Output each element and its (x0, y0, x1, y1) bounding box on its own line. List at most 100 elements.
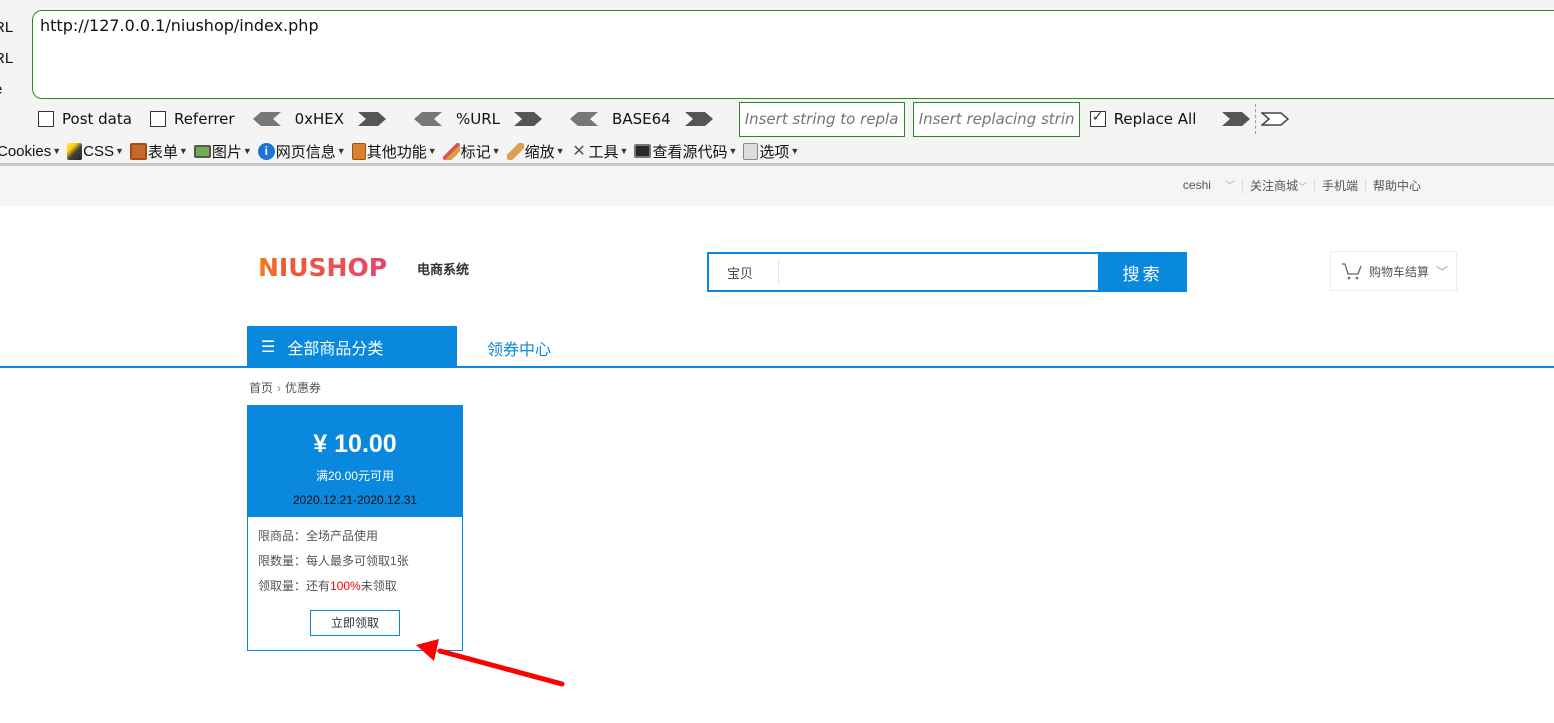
referrer-label: Referrer (173, 110, 235, 128)
referrer-option[interactable]: Referrer (149, 110, 235, 128)
caret-down-icon: ▼ (242, 146, 252, 156)
tools-icon: ✕ (572, 142, 586, 160)
replace-all-label: Replace All (1113, 110, 1197, 128)
encoder-hex-label: 0xHEX (294, 110, 345, 128)
username: ceshi (1182, 178, 1211, 192)
toolbar-item-label: 标记 (460, 143, 491, 161)
follow-store-link[interactable]: 关注商城﹀ (1241, 178, 1314, 194)
coupon-amount: ¥ 10.00 (313, 430, 397, 458)
encoder-url-label: %URL (456, 110, 501, 128)
side-label-load-url[interactable]: RL (0, 12, 13, 43)
options-icon (743, 142, 759, 160)
cart-icon (1342, 263, 1362, 280)
received-prefix: 还有 (306, 579, 331, 593)
hackbar-panel: RL RL e http://127.0.0.1/niushop/index.p… (0, 0, 1554, 166)
toolbar-item-forms[interactable]: 表单 ▼ (129, 141, 188, 162)
replace-string-input[interactable] (738, 101, 905, 137)
encoder-base64: BASE64 (570, 110, 713, 128)
follow-store-label: 关注商城 (1249, 178, 1298, 193)
side-label-execute[interactable]: e (0, 74, 13, 105)
site-logo[interactable]: NIUSHOP 电商系统 (258, 254, 469, 280)
encode-right-arrow-icon[interactable] (358, 112, 387, 126)
annotation-arrow-shaft (437, 648, 565, 687)
nav-link-coupon-center[interactable]: 领券中心 (487, 336, 551, 360)
image-icon (193, 144, 211, 158)
caret-down-icon: ▼ (427, 146, 437, 156)
replacing-string-input[interactable] (912, 101, 1080, 137)
toolbar-item-tools[interactable]: ✕ 工具 ▼ (571, 141, 628, 162)
received-percent: 100% (330, 579, 361, 593)
decode-left-arrow-icon[interactable] (570, 112, 599, 126)
all-categories-label: 全部商品分类 (287, 340, 384, 358)
niushop-logo-icon: NIUSHOP (258, 254, 387, 280)
all-categories-button[interactable]: ☰ 全部商品分类 (247, 326, 457, 367)
topbar-links: ceshi ﹀ 关注商城﹀ 手机端 帮助中心 (1176, 178, 1428, 194)
logo-subtitle: 电商系统 (417, 262, 470, 277)
search-category-select[interactable]: 宝贝 (709, 260, 779, 284)
mobile-link[interactable]: 手机端 (1313, 179, 1365, 193)
toolbar-item-resize[interactable]: 缩放 ▼ (506, 141, 565, 162)
toolbar-item-label: 缩放 (524, 143, 555, 161)
referrer-checkbox[interactable] (149, 111, 166, 127)
caret-down-icon: ▼ (52, 146, 62, 156)
claim-coupon-button[interactable]: 立即领取 (310, 610, 400, 636)
encoder-base64-label: BASE64 (612, 110, 671, 128)
post-data-checkbox[interactable] (38, 111, 54, 127)
toolbar-item-options[interactable]: 选项 ▼ (743, 141, 799, 162)
hackbar-side-labels: RL RL e (0, 12, 13, 105)
received-label: 领取量： (258, 579, 307, 593)
toolbar-item-label: Cookies (0, 142, 52, 160)
limit-qty-label: 限数量： (258, 554, 307, 568)
replace-all-option[interactable]: Replace All (1089, 109, 1197, 128)
encode-right-arrow-icon[interactable] (514, 112, 543, 126)
help-center-link[interactable]: 帮助中心 (1364, 179, 1428, 193)
site-topbar: ceshi ﹀ 关注商城﹀ 手机端 帮助中心 (0, 166, 1554, 206)
user-menu[interactable]: ceshi ﹀ (1176, 178, 1242, 194)
replace-all-checkbox[interactable] (1089, 109, 1106, 127)
encode-right-arrow-icon[interactable] (684, 112, 713, 126)
url-textarea[interactable]: http://127.0.0.1/niushop/index.php (32, 10, 1554, 99)
caret-down-icon: ▼ (336, 146, 346, 156)
toolbar-item-outline[interactable]: 标记 ▼ (442, 141, 501, 162)
coupon-received: 领取量：还有100%未领取 (258, 574, 452, 599)
post-data-option[interactable]: Post data (38, 110, 132, 128)
toolbar-item-label: 图片 (211, 143, 242, 161)
breadcrumb-home[interactable]: 首页 (249, 379, 273, 396)
nav-underline (0, 366, 1554, 368)
replace-execute-arrow-icon[interactable] (1261, 112, 1290, 126)
top-strip (0, 0, 1554, 8)
terminal-icon (634, 144, 652, 158)
cart-label: 购物车结算 (1369, 264, 1430, 279)
coupon-limit-quantity: 限数量：每人最多可领取1张 (258, 549, 452, 574)
cart-button[interactable]: 购物车结算 ﹀ (1330, 251, 1457, 291)
toolbar-item-view-source[interactable]: 查看源代码 ▼ (634, 141, 737, 162)
side-label-split-url[interactable]: RL (0, 43, 13, 74)
replace-right-arrow-icon[interactable] (1222, 112, 1251, 126)
toolbar-item-label: CSS (83, 142, 114, 160)
encoder-url: %URL (414, 110, 543, 128)
toolbar-item-css[interactable]: CSS ▼ (67, 142, 124, 160)
coupon-header: ¥ 10.00 满20.00元可用 2020.12.21-2020.12.31 (248, 406, 462, 517)
encoder-hex: 0xHEX (252, 110, 387, 128)
magic-wand-icon (67, 142, 83, 160)
caret-down-icon: ▼ (728, 146, 738, 156)
book-icon (351, 142, 366, 160)
chevron-down-icon: ﹀ (1224, 181, 1235, 192)
search-input[interactable] (779, 254, 1098, 290)
decode-left-arrow-icon[interactable] (252, 112, 281, 126)
toolbar-item-images[interactable]: 图片 ▼ (193, 141, 252, 162)
toolbar-item-page-info[interactable]: i 网页信息 ▼ (257, 141, 346, 162)
toolbar-item-label: 选项 (759, 143, 790, 161)
chevron-down-icon: ﹀ (1436, 264, 1449, 279)
chevron-down-icon: ﹀ (1297, 181, 1307, 192)
caret-down-icon: ▼ (790, 146, 800, 156)
toolbar-item-label: 查看源代码 (652, 143, 728, 161)
received-suffix: 未领取 (360, 579, 397, 593)
caret-down-icon: ▼ (555, 146, 565, 156)
decode-left-arrow-icon[interactable] (414, 112, 443, 126)
search-button[interactable]: 搜索 (1098, 252, 1187, 292)
hackbar-options-row: Post data Referrer 0xHEX %URL BASE64 Rep… (38, 101, 1290, 137)
toolbar-item-misc[interactable]: 其他功能 ▼ (351, 141, 437, 162)
toolbar-item-cookies[interactable]: Cookies ▼ (0, 143, 61, 160)
coupon-validity: 2020.12.21-2020.12.31 (292, 493, 418, 507)
